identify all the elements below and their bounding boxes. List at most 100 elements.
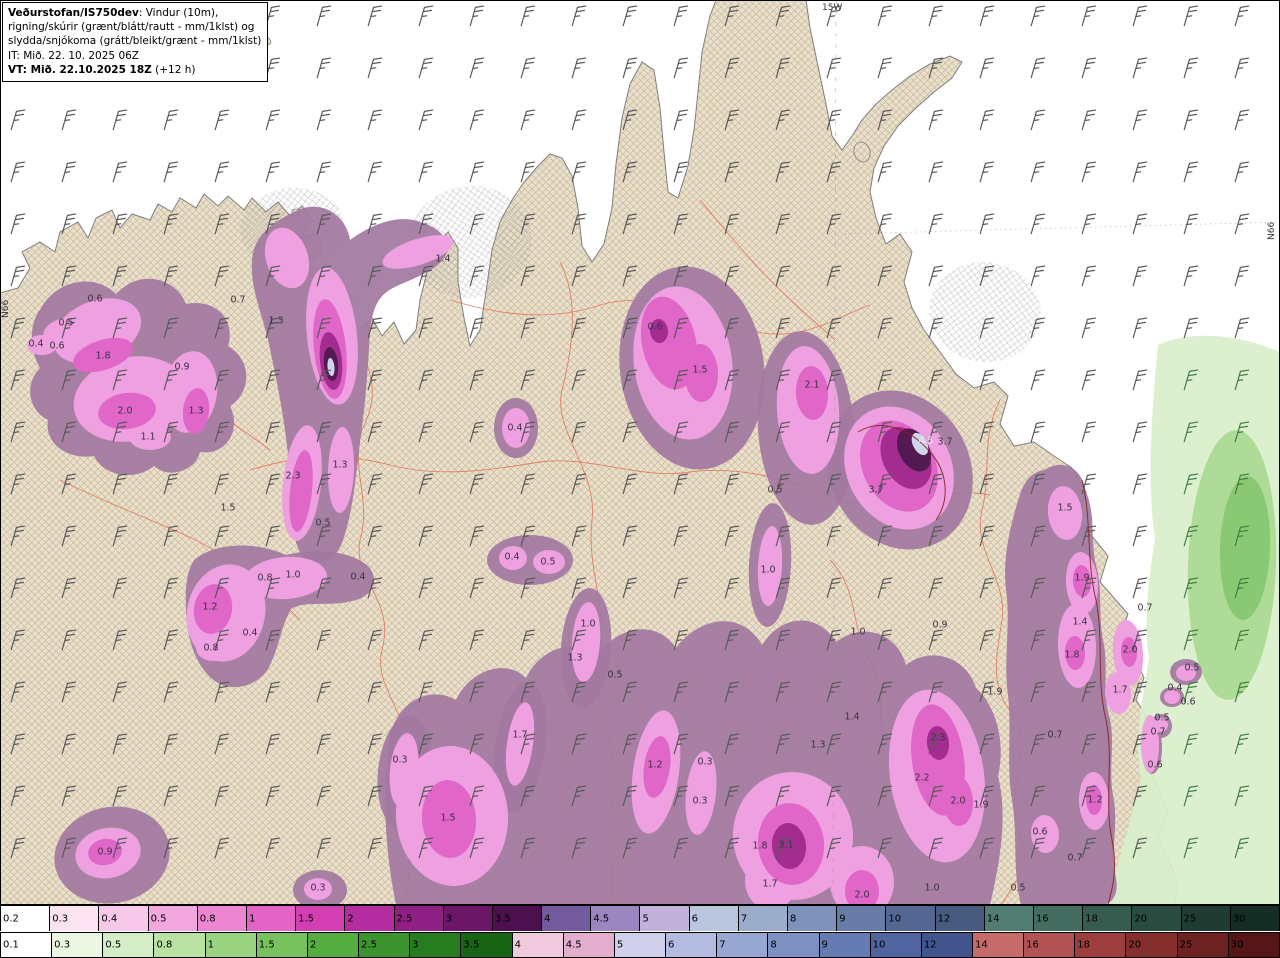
colorbar-cell: 6 — [689, 906, 739, 931]
precip-value-label: 0.5 — [767, 485, 782, 496]
colorbar-cell-label: 5 — [616, 939, 624, 951]
legend-line-3: slydda/snjókoma (grátt/bleikt/grænt - mm… — [8, 35, 262, 48]
precip-value-label: 0.4 — [242, 628, 257, 639]
colorbar-cell: 5 — [640, 906, 690, 931]
colorbar-cell: 7 — [717, 933, 769, 957]
precip-value-label: 0.3 — [392, 755, 407, 766]
colorbar-cell: 0.4 — [99, 906, 149, 931]
valid-time: VT: Mið. 22.10.2025 18Z — [8, 63, 152, 76]
colorbar-cell-label: 2.5 — [361, 939, 377, 951]
colorbar-cell-label: 16 — [1035, 913, 1049, 924]
colorbar-cell: 12 — [935, 906, 985, 931]
colorbar-cell-label: 8 — [790, 913, 797, 924]
precip-value-label: 1.5 — [440, 813, 455, 824]
precip-value-label: 1.0 — [580, 619, 595, 630]
colorbar-cell-label: 1.5 — [298, 913, 315, 924]
precip-value-label: 0.4 — [504, 552, 519, 563]
precip-value-label: 2.0 — [950, 796, 965, 807]
precip-value-label: 1.0 — [850, 627, 865, 638]
precip-value-label: 2.1 — [804, 380, 819, 391]
precip-value-label: 0.4 — [28, 339, 43, 350]
colorbar-cell-label: 1.5 — [258, 939, 275, 951]
colorbar-cell: 2 — [345, 906, 395, 931]
colorbar-cell: 25 — [1177, 933, 1229, 957]
colorbar-cell: 0.3 — [52, 933, 104, 957]
colorbar-cell: 5 — [614, 933, 667, 957]
colorbar-cell: 4.5 — [591, 906, 641, 931]
precip-value-label: 1.0 — [924, 883, 939, 894]
precip-value-label: 0.5 — [1154, 713, 1169, 724]
precip-value-label: 1.1 — [140, 432, 155, 443]
precip-value-label: 3.1 — [778, 840, 793, 851]
colorbar-rain: 0.1 0.3 0.5 0.8 1 1.5 2 2.5 3 3.5 4 4.5 5 6 7 8 9 10 12 14 1… — [0, 932, 1280, 958]
legend-line-5-rest: (+12 h) — [151, 63, 196, 76]
colorbar-cell: 1 — [205, 933, 257, 957]
colorbar-cell: 16 — [1024, 933, 1076, 957]
precip-value-label: 1.3 — [567, 653, 582, 664]
colorbar-cell-label: 0.3 — [54, 939, 71, 951]
colorbar-cell: 20 — [1132, 906, 1182, 931]
precip-value-label: 1.2 — [202, 602, 217, 613]
precip-value-label: 0.9 — [932, 620, 947, 631]
precip-value-label: 1.0 — [760, 565, 775, 576]
precip-value-label: 0.6 — [647, 322, 662, 333]
precip-value-label: 1.7 — [762, 879, 777, 890]
colorbar-cell-label: 0.2 — [3, 913, 19, 924]
precip-value-label: 1.5 — [1057, 503, 1072, 514]
colorbar-cell-label: 10 — [872, 939, 886, 951]
colorbar-cell: 0.2 — [1, 906, 51, 931]
colorbar-cell-label: 25 — [1179, 939, 1193, 951]
colorbar-cell: 20 — [1126, 933, 1178, 957]
weather-map-page: 15W N66 N66 0.6 0.5 0.4 0.6 1.8 0.9 0.7 1.3 2.0 1… — [0, 0, 1280, 958]
colorbar-cell: 10 — [870, 933, 922, 957]
precip-value-label: 4.5 — [918, 436, 933, 447]
precip-value-label: 1.3 — [188, 406, 203, 417]
colorbar-cell-label: 14 — [974, 939, 988, 951]
precip-value-label: 2.0 — [854, 890, 869, 901]
colorbar-cell: 12 — [921, 933, 973, 957]
legend-line-5: VT: Mið. 22.10.2025 18Z (+12 h) — [8, 63, 261, 77]
colorbar-cell-label: 20 — [1128, 939, 1142, 951]
precip-value-label: 0.5 — [1010, 883, 1025, 894]
precip-value-label: 0.6 — [1032, 827, 1047, 838]
precip-value-label: 0.6 — [87, 294, 102, 305]
colorbar-cell-label: 18 — [1085, 913, 1098, 924]
colorbar-cell: 6 — [666, 933, 718, 957]
colorbar-cell-label: 2.5 — [396, 913, 413, 924]
colorbar-sleet-snow: 0.2 0.3 0.4 0.5 0.8 1 1.5 2 2.5 3 3.5 4 4.5 5 6 7 8 9 10 12… — [0, 905, 1280, 931]
precip-value-label: 0.7 — [1137, 603, 1152, 614]
precip-value-label: 0.6 — [1180, 697, 1195, 708]
precip-value-label: 2.2 — [914, 773, 929, 784]
colorbar-cell-label: 4 — [544, 913, 551, 924]
colorbar-cell-label: 8 — [770, 939, 777, 951]
colorbar-cell-label: 9 — [821, 939, 828, 951]
colorbar-cell-label: 1 — [207, 939, 214, 951]
precip-value-label: 0.6 — [49, 341, 64, 352]
colorbar-cell-label: 0.5 — [105, 939, 122, 951]
colorbar-cell: 14 — [984, 906, 1034, 931]
colorbar-cell: 25 — [1181, 906, 1231, 931]
precip-value-label: 1.4 — [435, 254, 450, 265]
precip-value-label: 0.4 — [350, 572, 365, 583]
colorbar-cell: 8 — [788, 906, 838, 931]
precip-value-label: 0.5 — [1184, 663, 1199, 674]
precip-value-label: 1.3 — [268, 316, 283, 327]
colorbar-cell: 0.8 — [154, 933, 206, 957]
precip-value-label: 1.5 — [692, 365, 707, 376]
colorbar-cell: 0.8 — [197, 906, 247, 931]
precip-value-label: 0.3 — [310, 883, 325, 894]
colorbar-cell: 3.5 — [461, 933, 513, 957]
colorbar-cell: 30 — [1228, 933, 1280, 957]
colorbar-cell-label: 18 — [1077, 939, 1091, 951]
colorbar-cell-label: 12 — [923, 939, 937, 951]
colorbar-cell-label: 3 — [445, 913, 453, 924]
colorbar-cell-label: 10 — [888, 913, 902, 924]
colorbar-cell-label: 9 — [839, 913, 846, 924]
precip-value-label: 0.3 — [692, 796, 707, 807]
colorbar-cell-label: 4.5 — [565, 939, 582, 951]
colorbar-cell: 10 — [886, 906, 936, 931]
colorbar-cell: 0.5 — [103, 933, 155, 957]
precip-value-label: 0.4 — [507, 423, 522, 434]
colorbar-cell: 30 — [1230, 906, 1280, 931]
parallel-label-right: N66 — [1267, 222, 1277, 240]
